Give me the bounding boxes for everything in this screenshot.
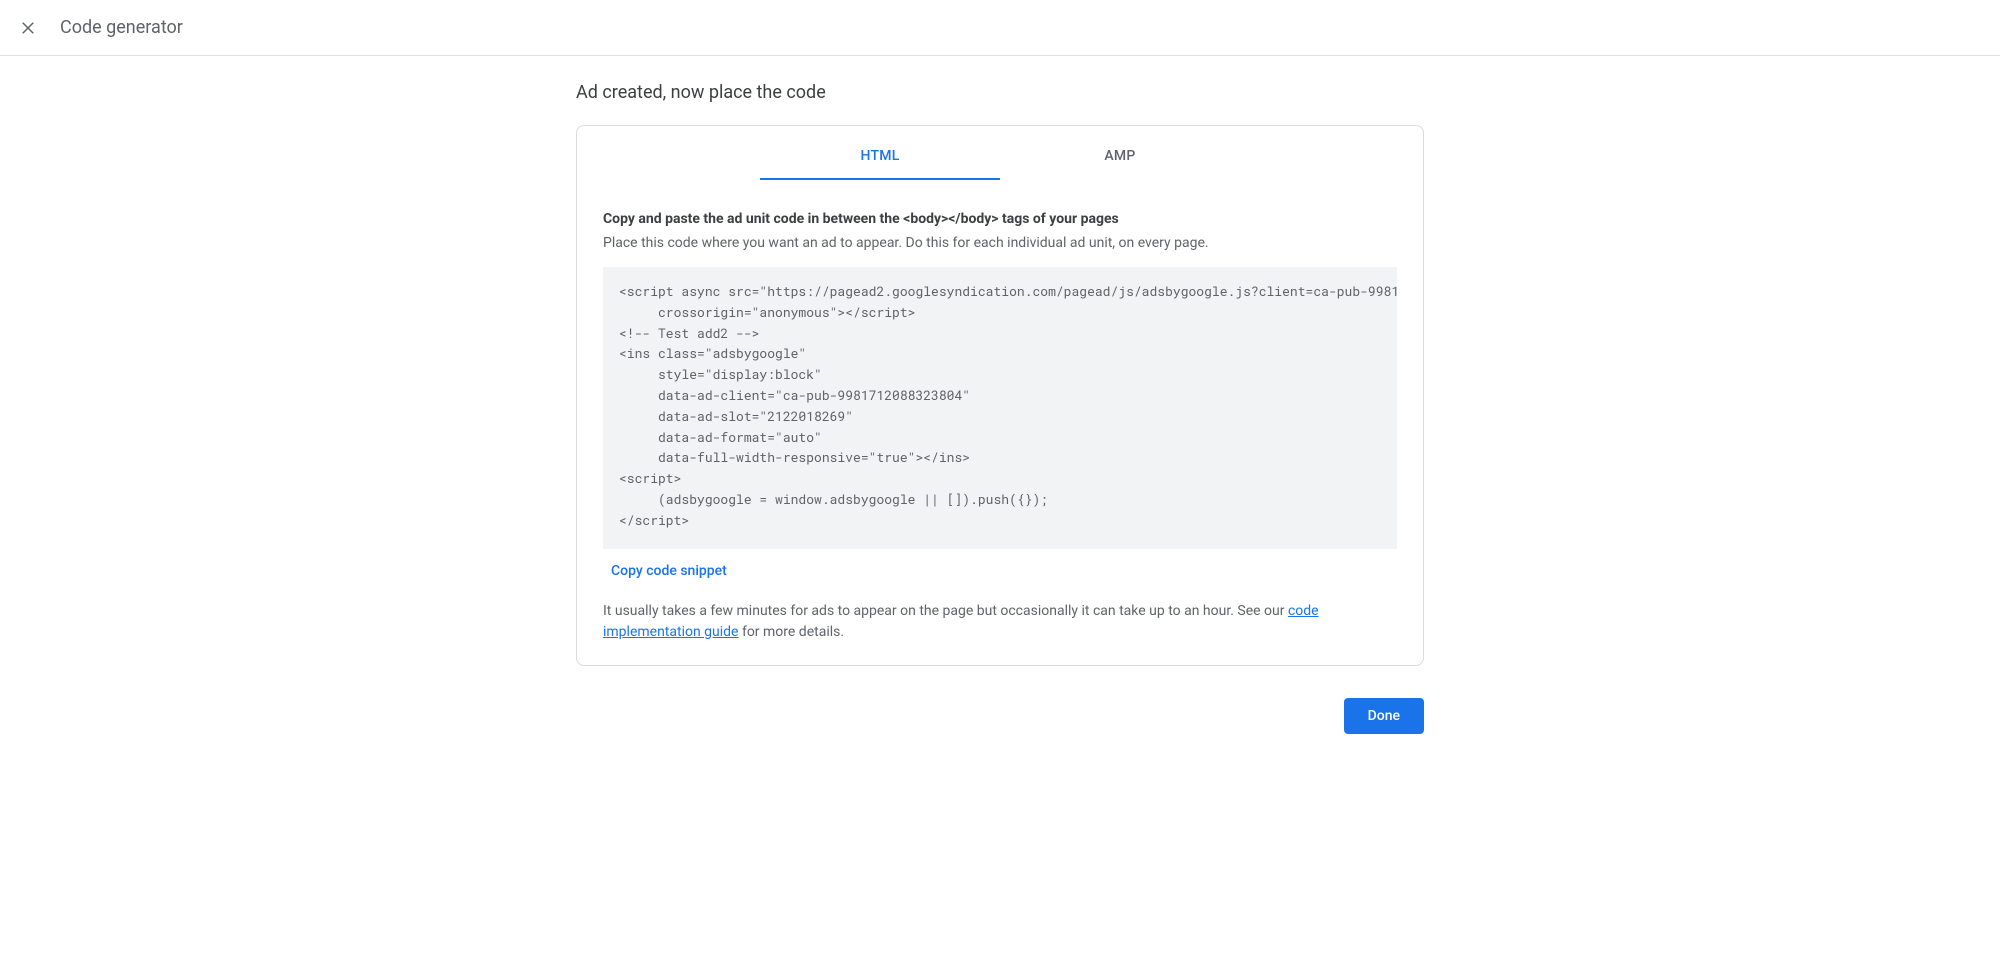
page-heading: Ad created, now place the code — [576, 82, 1424, 103]
tab-amp[interactable]: AMP — [1000, 134, 1240, 180]
card-body: Copy and paste the ad unit code in betwe… — [577, 181, 1423, 665]
close-button[interactable] — [16, 16, 40, 40]
footer-note: It usually takes a few minutes for ads t… — [603, 601, 1397, 643]
footer-note-prefix: It usually takes a few minutes for ads t… — [603, 603, 1288, 619]
done-button[interactable]: Done — [1344, 698, 1424, 734]
tabs: HTML AMP — [577, 126, 1423, 181]
footer-note-suffix: for more details. — [738, 624, 844, 640]
actions: Done — [576, 698, 1424, 734]
close-icon — [19, 19, 37, 37]
code-card: HTML AMP Copy and paste the ad unit code… — [576, 125, 1424, 666]
dialog-title: Code generator — [60, 17, 183, 38]
code-block[interactable]: <script async src="https://pagead2.googl… — [603, 267, 1397, 549]
copy-code-button[interactable]: Copy code snippet — [603, 549, 735, 587]
instructions-title: Copy and paste the ad unit code in betwe… — [603, 211, 1397, 227]
tab-html[interactable]: HTML — [760, 134, 1000, 180]
instructions-subtitle: Place this code where you want an ad to … — [603, 235, 1397, 251]
dialog-header: Code generator — [0, 0, 2000, 56]
content: Ad created, now place the code HTML AMP … — [576, 56, 1424, 774]
code-text: <script async src="https://pagead2.googl… — [619, 281, 1381, 531]
